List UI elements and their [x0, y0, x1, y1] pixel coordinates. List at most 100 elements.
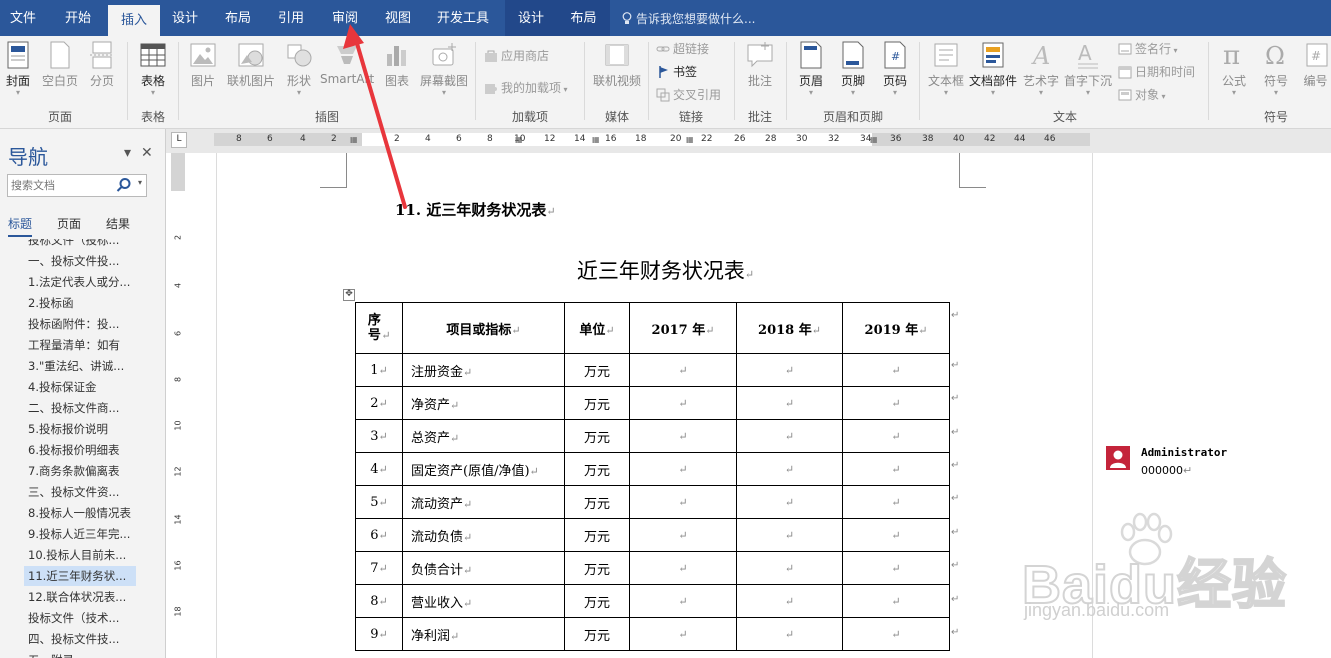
nav-tab-headings[interactable]: 标题	[8, 215, 33, 237]
nav-heading-item[interactable]: 投标函附件：投...	[24, 314, 136, 334]
row-value-cell[interactable]: ↵	[736, 584, 843, 618]
header-button[interactable]: 页眉 ▾	[794, 40, 828, 97]
row-item-cell[interactable]: 固定资产(原值/净值)↵	[402, 452, 565, 486]
header-cell-index[interactable]: 序号↵	[355, 302, 403, 354]
row-value-cell[interactable]: ↵	[629, 584, 737, 618]
financial-table[interactable]: 序号↵ 项目或指标↵ 单位↵ 2017 年↵ 2018 年↵ 2019 年↵ 1…	[355, 302, 950, 651]
row-unit-cell[interactable]: 万元	[564, 452, 630, 486]
nav-heading-item[interactable]: 12.联合体状况表...	[24, 587, 136, 607]
search-options-icon[interactable]: ▾	[138, 178, 142, 187]
row-value-cell[interactable]: ↵	[629, 419, 737, 453]
nav-heading-item[interactable]: 9.投标人近三年完...	[24, 524, 136, 544]
store-button[interactable]: 应用商店	[484, 47, 549, 64]
search-icon[interactable]	[116, 177, 132, 193]
nav-search-box[interactable]: ▾	[7, 174, 147, 197]
signature-line-button[interactable]: 签名行 ▾	[1118, 40, 1178, 57]
ribbon-tab[interactable]: 文件	[0, 0, 46, 36]
ruler-column-marker[interactable]: ▦	[686, 133, 694, 146]
context-tab-layout[interactable]: 布局	[557, 0, 610, 36]
drop-cap-button[interactable]: A 首字下沉 ▾	[1062, 40, 1114, 97]
row-item-cell[interactable]: 注册资金↵	[402, 353, 565, 387]
nav-heading-item[interactable]: 投标文件（投标...	[24, 239, 136, 250]
row-index-cell[interactable]: 3↵	[355, 419, 403, 453]
nav-heading-item[interactable]: 投标文件（技术...	[24, 608, 136, 628]
row-value-cell[interactable]: ↵	[629, 452, 737, 486]
table-button[interactable]: 表格 ▾	[135, 40, 171, 97]
row-value-cell[interactable]: ↵	[736, 617, 843, 651]
screenshot-button[interactable]: 屏幕截图 ▾	[418, 40, 470, 97]
section-heading[interactable]: 11. 近三年财务状况表↵	[395, 199, 556, 220]
my-addins-button[interactable]: 我的加载项 ▾	[484, 79, 568, 96]
ribbon-tab[interactable]: 插入	[108, 5, 160, 36]
row-value-cell[interactable]: ↵	[736, 419, 843, 453]
row-value-cell[interactable]: ↵	[629, 518, 737, 552]
nav-tab-pages[interactable]: 页面	[57, 215, 81, 232]
ribbon-tab[interactable]: 开发工具	[426, 0, 500, 36]
ribbon-tab[interactable]: 设计	[160, 0, 210, 36]
horizontal-ruler[interactable]: 8 6 4 2 2 4 6 8 10 12 14 16 18 20 22 26 28 30 32 34 36 38 40 42…	[214, 133, 1090, 146]
page-break-button[interactable]: 分页	[85, 40, 119, 89]
row-value-cell[interactable]: ↵	[842, 452, 950, 486]
row-index-cell[interactable]: 7↵	[355, 551, 403, 585]
nav-heading-item[interactable]: 五、附录...	[24, 650, 136, 658]
table-move-handle[interactable]: ✥	[343, 289, 355, 301]
row-value-cell[interactable]: ↵	[736, 353, 843, 387]
symbol-button[interactable]: Ω 符号 ▾	[1258, 40, 1294, 97]
vertical-ruler[interactable]: 2 4 6 8 10 12 14 16 18	[171, 153, 185, 658]
row-item-cell[interactable]: 净利润↵	[402, 617, 565, 651]
online-picture-button[interactable]: 联机图片	[225, 40, 277, 89]
text-box-button[interactable]: 文本框 ▾	[926, 40, 966, 97]
row-value-cell[interactable]: ↵	[736, 518, 843, 552]
row-value-cell[interactable]: ↵	[629, 386, 737, 420]
bookmark-button[interactable]: 书签	[656, 63, 697, 80]
row-value-cell[interactable]: ↵	[842, 485, 950, 519]
row-value-cell[interactable]: ↵	[736, 551, 843, 585]
nav-options-icon[interactable]: ▾	[124, 145, 131, 161]
comment-text[interactable]: 000000↵	[1141, 464, 1192, 477]
date-time-button[interactable]: 日期和时间	[1118, 63, 1195, 80]
row-item-cell[interactable]: 总资产↵	[402, 419, 565, 453]
header-cell-2018[interactable]: 2018 年↵	[736, 302, 843, 354]
row-index-cell[interactable]: 4↵	[355, 452, 403, 486]
row-value-cell[interactable]: ↵	[842, 419, 950, 453]
tab-selector[interactable]: L	[171, 132, 187, 148]
row-index-cell[interactable]: 8↵	[355, 584, 403, 618]
row-unit-cell[interactable]: 万元	[564, 419, 630, 453]
shapes-button[interactable]: 形状 ▾	[284, 40, 314, 97]
context-tab-design[interactable]: 设计	[505, 0, 557, 36]
ribbon-tab[interactable]: 布局	[214, 0, 262, 36]
object-button[interactable]: 对象 ▾	[1118, 86, 1166, 103]
header-cell-item[interactable]: 项目或指标↵	[402, 302, 565, 354]
ruler-column-marker[interactable]: ▦	[592, 133, 600, 146]
online-video-button[interactable]: 联机视频	[591, 40, 643, 89]
row-item-cell[interactable]: 流动负债↵	[402, 518, 565, 552]
nav-heading-item[interactable]: 7.商务条款偏离表	[24, 461, 136, 481]
nav-search-input[interactable]	[11, 177, 111, 193]
footer-button[interactable]: 页脚 ▾	[836, 40, 870, 97]
equation-button[interactable]: π 公式 ▾	[1216, 40, 1252, 97]
ribbon-tab[interactable]: 引用	[266, 0, 316, 36]
cross-reference-button[interactable]: 交叉引用	[656, 86, 721, 103]
row-item-cell[interactable]: 营业收入↵	[402, 584, 565, 618]
row-value-cell[interactable]: ↵	[629, 617, 737, 651]
chart-button[interactable]: 图表	[380, 40, 414, 89]
ribbon-tab[interactable]: 审阅	[320, 0, 370, 36]
row-unit-cell[interactable]: 万元	[564, 485, 630, 519]
row-value-cell[interactable]: ↵	[736, 485, 843, 519]
row-item-cell[interactable]: 净资产↵	[402, 386, 565, 420]
quick-parts-button[interactable]: 文档部件 ▾	[968, 40, 1018, 97]
nav-heading-item[interactable]: 2.投标函	[24, 293, 136, 313]
ruler-column-marker[interactable]: ▦	[350, 133, 358, 146]
row-value-cell[interactable]: ↵	[842, 617, 950, 651]
nav-heading-item[interactable]: 三、投标文件资...	[24, 482, 136, 502]
ruler-column-marker[interactable]: ▦	[870, 133, 878, 146]
numbering-button[interactable]: # 编号	[1300, 40, 1331, 89]
row-index-cell[interactable]: 9↵	[355, 617, 403, 651]
document-title[interactable]: 近三年财务状况表↵	[0, 255, 1331, 285]
row-value-cell[interactable]: ↵	[629, 485, 737, 519]
tell-me-box[interactable]: 告诉我您想要做什么...	[622, 0, 755, 36]
row-value-cell[interactable]: ↵	[736, 452, 843, 486]
blank-page-button[interactable]: 空白页	[40, 40, 80, 89]
smartart-button[interactable]: SmartArt	[320, 40, 374, 86]
header-cell-2019[interactable]: 2019 年↵	[842, 302, 950, 354]
